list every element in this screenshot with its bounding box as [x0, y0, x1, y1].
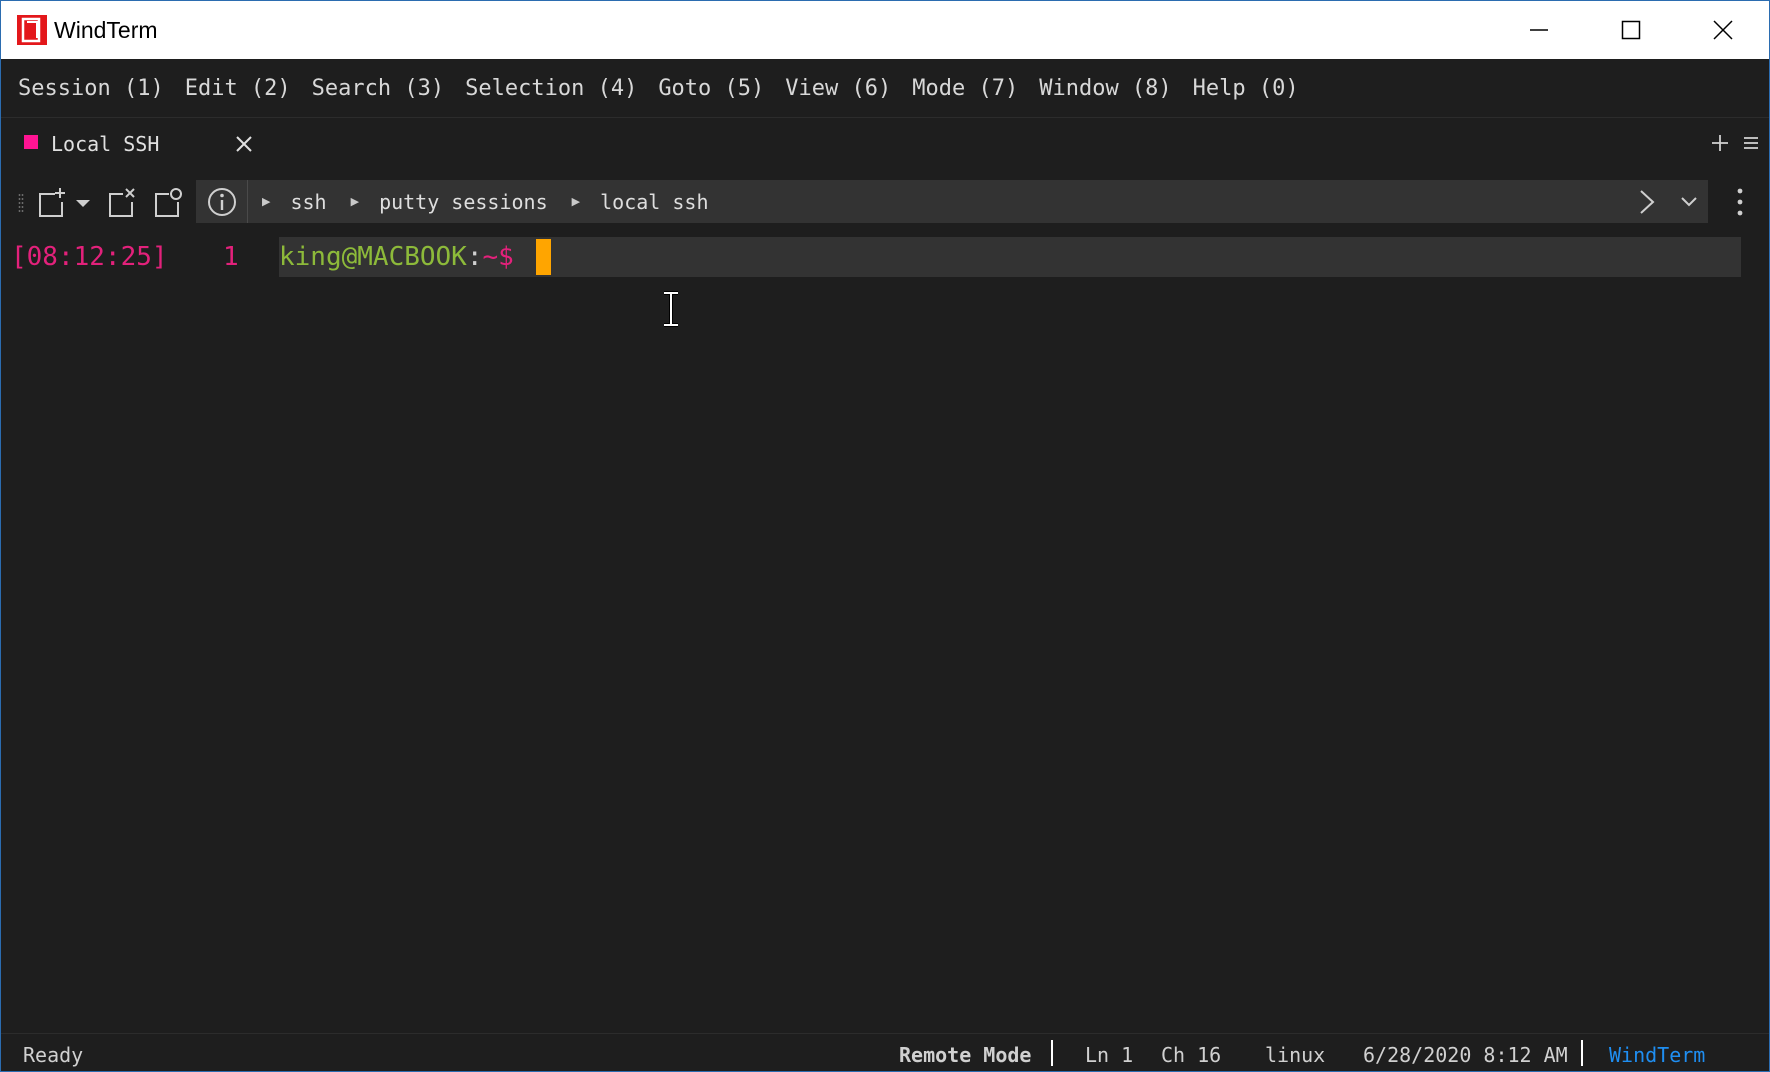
minimize-button[interactable] [1493, 1, 1585, 59]
menu-help[interactable]: Help (0) [1193, 76, 1299, 101]
status-char[interactable]: Ch 16 [1161, 1034, 1221, 1071]
windterm-logo-icon [17, 15, 47, 45]
status-datetime: 6/28/2020 8:12 AM [1363, 1043, 1568, 1067]
app-window: WindTerm Session (1) Edit (2) Search (3)… [0, 0, 1770, 1072]
breadcrumb-item[interactable]: local ssh [600, 190, 708, 214]
prompt-path: ~$ [482, 242, 514, 272]
line-number: 1 [223, 242, 239, 272]
status-separator [1581, 1040, 1583, 1066]
text-cursor-ibeam-icon [664, 291, 678, 327]
maximize-icon [1621, 20, 1641, 40]
menu-session[interactable]: Session (1) [18, 76, 164, 101]
toolbar-grip-icon[interactable] [18, 193, 24, 213]
prompt-user-host: king@MACBOOK [279, 242, 467, 272]
tab-close-icon[interactable] [233, 133, 255, 155]
title-bar[interactable]: WindTerm [1, 1, 1769, 59]
menu-selection[interactable]: Selection (4) [465, 76, 637, 101]
tab-strip: Local SSH [1, 119, 1769, 168]
menu-bar: Session (1) Edit (2) Search (3) Selectio… [1, 59, 1769, 118]
status-brand[interactable]: WindTerm [1609, 1034, 1705, 1071]
tab-color-marker [24, 134, 38, 149]
status-mode[interactable]: Remote Mode [899, 1034, 1031, 1071]
line-timestamp: [08:12:25] [11, 242, 168, 272]
info-icon [207, 187, 236, 216]
shell-prompt: king@MACBOOK:~$ [279, 237, 514, 277]
duplicate-session-icon[interactable] [151, 186, 185, 220]
new-session-icon[interactable] [35, 186, 69, 220]
dropdown-arrow-icon[interactable] [73, 186, 93, 220]
window-title: WindTerm [54, 16, 158, 43]
address-bar[interactable]: ▶ ssh ▶ putty sessions ▶ local ssh [196, 180, 1708, 223]
minimize-icon [1530, 29, 1548, 31]
breadcrumb-item[interactable]: ssh [290, 190, 326, 214]
session-toolbar: ▶ ssh ▶ putty sessions ▶ local ssh [1, 180, 1769, 225]
menu-search[interactable]: Search (3) [312, 76, 444, 101]
menu-edit[interactable]: Edit (2) [185, 76, 291, 101]
breadcrumb-arrow-icon: ▶ [571, 195, 581, 208]
breadcrumb-arrow-icon: ▶ [350, 195, 360, 208]
close-session-icon[interactable] [105, 186, 139, 220]
status-bar: Ready Remote Mode Ln 1 Ch 16 linux 6/28/… [1, 1033, 1769, 1071]
breadcrumb: ▶ ssh ▶ putty sessions ▶ local ssh [256, 180, 726, 223]
window-controls [1493, 1, 1769, 59]
session-info-button[interactable] [196, 180, 248, 223]
menu-window[interactable]: Window (8) [1039, 76, 1171, 101]
close-icon [1713, 20, 1733, 40]
more-options-icon[interactable] [1735, 187, 1745, 217]
tab-local-ssh[interactable]: Local SSH [1, 119, 263, 168]
menu-goto[interactable]: Goto (5) [658, 76, 764, 101]
breadcrumb-arrow-icon: ▶ [262, 195, 271, 208]
tab-label: Local SSH [51, 131, 160, 156]
maximize-button[interactable] [1585, 1, 1677, 59]
terminal-area[interactable]: [08:12:25] 1 king@MACBOOK:~$ [1, 231, 1769, 1031]
new-tab-plus-icon[interactable] [1709, 132, 1731, 154]
chevron-right-icon[interactable] [1634, 188, 1660, 216]
close-window-button[interactable] [1677, 1, 1769, 59]
tab-list-menu-icon[interactable] [1741, 132, 1761, 154]
status-line[interactable]: Ln 1 [1085, 1034, 1133, 1071]
menu-view[interactable]: View (6) [785, 76, 891, 101]
prompt-separator: : [466, 242, 483, 272]
status-os[interactable]: linux [1265, 1034, 1325, 1071]
menu-mode[interactable]: Mode (7) [912, 76, 1018, 101]
terminal-cursor [536, 239, 551, 275]
status-ready: Ready [23, 1043, 84, 1067]
chevron-down-icon[interactable] [1676, 188, 1702, 216]
breadcrumb-item[interactable]: putty sessions [379, 190, 548, 214]
status-separator [1051, 1040, 1053, 1066]
